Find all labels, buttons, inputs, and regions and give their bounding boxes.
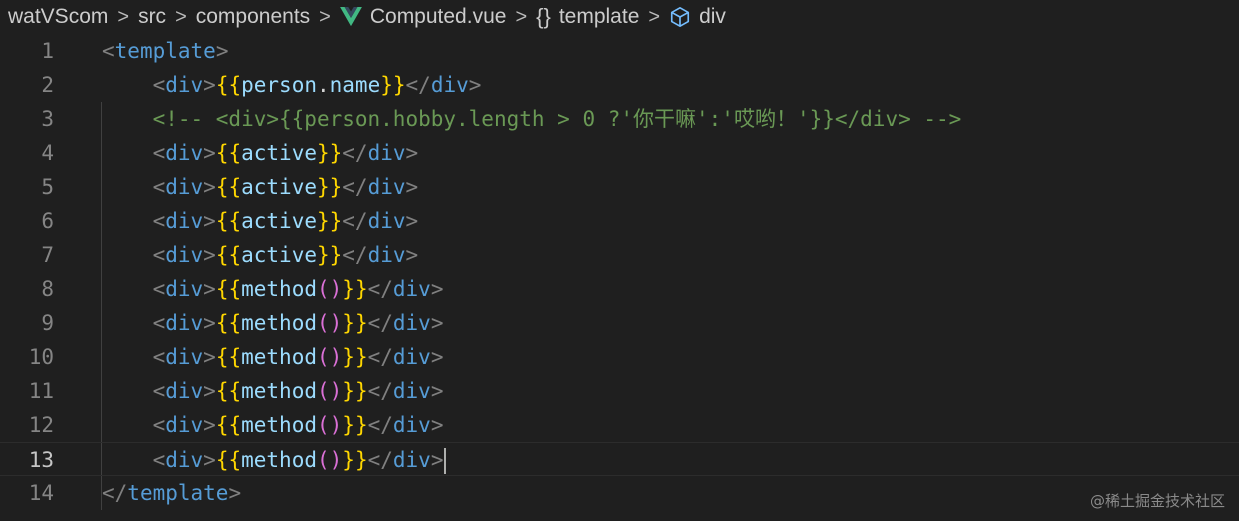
text-cursor [444,448,447,474]
code-line[interactable]: 6 <div>{{active}}</div> [0,204,1239,238]
chevron-right-icon: > [515,5,528,28]
cube-icon [670,7,690,27]
line-code: <div>{{active}}</div> [152,141,419,165]
breadcrumb: watVScom > src > components > Computed.v… [0,0,1239,34]
code-editor[interactable]: 1 <template> 2 <div>{{person.name}}</div> 3… [0,34,1239,521]
line-code: <div>{{method()}}</div> [152,345,444,369]
line-code: <div>{{person.name}}</div> [152,73,482,97]
line-code: <div>{{active}}</div> [152,209,419,233]
line-number: 1 [41,39,54,63]
line-number: 10 [28,345,54,369]
line-number: 13 [28,448,54,472]
breadcrumb-item-template[interactable]: {} template [536,4,639,30]
breadcrumb-label: src [138,5,167,28]
line-number: 4 [41,141,54,165]
line-number: 12 [28,413,54,437]
line-number: 14 [28,481,54,505]
code-line[interactable]: 7 <div>{{active}}</div> [0,238,1239,272]
chevron-right-icon: > [175,5,187,28]
line-code: <div>{{method()}}</div> [152,413,444,437]
line-code: <div>{{method()}}</div> [102,443,447,477]
breadcrumb-item-folder[interactable]: watVScom [8,5,108,29]
breadcrumb-label: template [558,5,640,28]
breadcrumb-item-src[interactable]: src [138,5,166,29]
chevron-right-icon: > [117,5,130,28]
line-code: <div>{{method()}}</div> [152,277,444,301]
code-line[interactable]: 10 <div>{{method()}}</div> [0,340,1239,374]
breadcrumb-label: components [195,5,311,28]
line-number: 8 [41,277,54,301]
breadcrumb-item-div[interactable]: div [669,5,726,29]
code-line[interactable]: 13 <div>{{method()}}</div> [0,442,1239,476]
line-number: 5 [41,175,54,199]
line-code: </template> [102,481,242,505]
line-number: 7 [41,243,54,267]
code-line[interactable]: 14 </template> [0,476,1239,510]
breadcrumb-item-file[interactable]: Computed.vue [339,5,507,29]
line-code: <template> [102,39,229,63]
line-code: <div>{{method()}}</div> [152,379,444,403]
code-line[interactable]: 11 <div>{{method()}}</div> [0,374,1239,408]
breadcrumb-label: Computed.vue [369,5,507,28]
code-line[interactable]: 1 <template> [0,34,1239,68]
code-line[interactable]: 12 <div>{{method()}}</div> [0,408,1239,442]
vue-icon [339,7,362,27]
code-line[interactable]: 3 <!-- <div>{{person.hobby.length > 0 ?'… [0,102,1239,136]
watermark: @稀土掘金技术社区 [1089,492,1225,510]
breadcrumb-label: watVScom [8,5,109,28]
line-number: 9 [41,311,54,335]
code-line[interactable]: 4 <div>{{active}}</div> [0,136,1239,170]
code-line[interactable]: 2 <div>{{person.name}}</div> [0,68,1239,102]
chevron-right-icon: > [319,5,331,28]
line-code: <div>{{active}}</div> [152,243,419,267]
line-code: <!-- <div>{{person.hobby.length > 0 ?'你干… [152,107,962,131]
line-number: 6 [41,209,54,233]
chevron-right-icon: > [648,5,661,28]
line-code: <div>{{method()}}</div> [152,311,444,335]
code-line[interactable]: 9 <div>{{method()}}</div> [0,306,1239,340]
line-number: 2 [41,73,54,97]
breadcrumb-item-components[interactable]: components [196,5,310,29]
breadcrumb-label: div [699,5,726,28]
braces-icon: {} [536,4,551,29]
code-line[interactable]: 8 <div>{{method()}}</div> [0,272,1239,306]
line-number: 3 [41,107,54,131]
line-code: <div>{{active}}</div> [152,175,419,199]
line-number: 11 [28,379,54,403]
code-line[interactable]: 5 <div>{{active}}</div> [0,170,1239,204]
